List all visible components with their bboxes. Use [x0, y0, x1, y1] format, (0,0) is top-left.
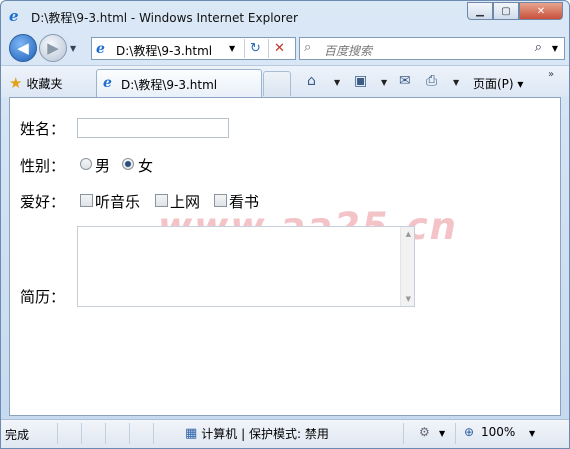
chevron-icon[interactable]: » — [548, 69, 554, 80]
favorites-bar: ★ 收藏夹 e D:\教程\9-3.html ⌂ ▼ ▣ ▼ ✉ ⎙ ▼ 页面(… — [1, 65, 569, 97]
search-options-dropdown-icon[interactable]: ▼ — [552, 44, 558, 53]
tab-title: D:\教程\9-3.html — [121, 78, 218, 92]
status-divider — [403, 423, 404, 444]
page-content: www.aa25.cn 姓名： 性别： 男 女 爱好： 听音乐 上网 看书 简历… — [9, 97, 561, 416]
hobby-option-internet: 上网 — [170, 193, 201, 211]
gender-option-female: 女 — [138, 157, 154, 175]
gender-radio-male[interactable] — [80, 158, 92, 170]
favorites-button[interactable]: ★ 收藏夹 — [9, 72, 62, 94]
page-icon: e — [103, 75, 112, 91]
zoom-icon[interactable]: ⊕ — [464, 425, 474, 439]
status-divider — [105, 423, 106, 444]
page-icon: e — [96, 41, 105, 57]
maximize-button[interactable]: ▢ — [493, 2, 519, 20]
gender-option-male: 男 — [95, 157, 111, 175]
gender-label: 性别： — [20, 157, 66, 175]
hobby-option-music: 听音乐 — [95, 193, 141, 211]
scroll-up-icon[interactable]: ▲ — [406, 230, 411, 238]
close-button[interactable]: ✕ — [519, 2, 563, 20]
name-input[interactable] — [77, 118, 229, 138]
print-icon[interactable]: ⎙ — [426, 73, 437, 89]
window-title: D:\教程\9-3.html - Windows Internet Explor… — [31, 11, 298, 25]
address-bar[interactable]: e D:\教程\9-3.html ▼ ↻ ✕ — [91, 37, 296, 60]
navigation-bar: ◀ ▶ ▼ e D:\教程\9-3.html ▼ ↻ ✕ ⌕ 百度搜索 ⌕ ▼ — [1, 31, 569, 65]
page-menu-button[interactable]: 页面(P) ▾ — [473, 75, 523, 92]
hobby-checkbox-music[interactable] — [80, 194, 93, 207]
mail-icon[interactable]: ✉ — [399, 73, 411, 89]
status-text: 完成 — [5, 428, 30, 442]
tab-current[interactable]: e D:\教程\9-3.html — [96, 69, 262, 97]
stop-icon[interactable]: ✕ — [268, 39, 290, 58]
status-divider — [57, 423, 58, 444]
hobby-label: 爱好： — [20, 193, 66, 211]
favorites-label: 收藏夹 — [26, 76, 63, 91]
search-input[interactable]: 百度搜索 — [324, 42, 372, 59]
hobby-checkbox-reading[interactable] — [214, 194, 227, 207]
popup-blocker-icon[interactable]: ⚙ — [419, 425, 430, 439]
rss-dropdown-icon[interactable]: ▼ — [381, 78, 387, 87]
textarea-scrollbar[interactable]: ▲ ▼ — [400, 227, 414, 306]
address-dropdown-icon[interactable]: ▼ — [229, 44, 235, 53]
new-tab-button[interactable] — [263, 71, 291, 96]
status-bar: 完成 ▦ 计算机 | 保护模式: 禁用 ⚙ ▼ ⊕ 100% ▼ — [1, 419, 569, 448]
scroll-down-icon[interactable]: ▼ — [406, 295, 411, 303]
gender-radio-female[interactable] — [122, 158, 134, 170]
status-divider — [455, 423, 456, 444]
ie-window: e D:\教程\9-3.html - Windows Internet Expl… — [0, 0, 570, 449]
search-box[interactable]: ⌕ 百度搜索 ⌕ ▼ — [299, 37, 565, 60]
zoom-level[interactable]: 100% — [481, 425, 515, 439]
refresh-icon[interactable]: ↻ — [244, 39, 266, 58]
security-zone[interactable]: ▦ 计算机 | 保护模式: 禁用 — [185, 425, 329, 442]
name-label: 姓名： — [20, 120, 66, 138]
status-divider — [153, 423, 154, 444]
status-divider — [129, 423, 130, 444]
search-provider-icon: ⌕ — [304, 40, 312, 55]
star-icon: ★ — [9, 74, 23, 92]
home-dropdown-icon[interactable]: ▼ — [334, 78, 340, 87]
zoom-dropdown-icon[interactable]: ▼ — [529, 429, 535, 438]
minimize-button[interactable]: ▁ — [467, 2, 493, 20]
computer-icon: ▦ — [185, 426, 198, 441]
search-icon[interactable]: ⌕ — [535, 40, 542, 55]
window-controls: ▁ ▢ ✕ — [467, 2, 563, 20]
print-dropdown-icon[interactable]: ▼ — [453, 78, 459, 87]
title-bar: e D:\教程\9-3.html - Windows Internet Expl… — [1, 1, 569, 31]
resume-label: 简历： — [20, 288, 66, 306]
home-icon[interactable]: ⌂ — [307, 73, 316, 89]
hobby-checkbox-internet[interactable] — [155, 194, 168, 207]
back-button[interactable]: ◀ — [9, 34, 37, 62]
forward-button[interactable]: ▶ — [39, 34, 67, 62]
resume-textarea[interactable]: ▲ ▼ — [77, 226, 415, 307]
hobby-option-reading: 看书 — [229, 193, 260, 211]
history-dropdown-icon[interactable]: ▼ — [70, 44, 76, 53]
address-text[interactable]: D:\教程\9-3.html — [116, 42, 212, 59]
ie-logo-icon: e — [9, 7, 19, 25]
zone-text: 计算机 | 保护模式: 禁用 — [201, 427, 329, 441]
rss-icon[interactable]: ▣ — [354, 73, 367, 89]
popup-dropdown-icon[interactable]: ▼ — [439, 429, 445, 438]
status-divider — [81, 423, 82, 444]
